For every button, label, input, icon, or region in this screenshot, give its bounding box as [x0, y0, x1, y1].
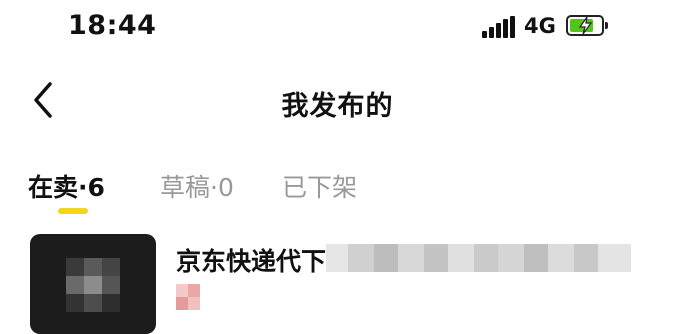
item-thumbnail [30, 234, 156, 334]
network-type: 4G [524, 14, 556, 38]
list-item[interactable]: 京东快递代下 [0, 228, 675, 334]
blurred-price [176, 284, 200, 310]
status-time: 18:44 [68, 10, 157, 41]
nav-bar: 我发布的 [0, 64, 675, 136]
signal-icon [482, 16, 516, 38]
tab-delisted[interactable]: 已下架 [282, 168, 357, 204]
item-title: 京东快递代下 [176, 247, 327, 276]
blurred-title-text [326, 244, 631, 272]
active-tab-indicator [58, 208, 88, 214]
status-bar: 18:44 4G [0, 0, 675, 56]
battery-icon [566, 15, 608, 36]
tab-on-sale[interactable]: 在卖·6 [28, 168, 105, 204]
tab-drafts[interactable]: 草稿·0 [160, 168, 234, 204]
page-title: 我发布的 [281, 91, 394, 122]
tab-bar: 在卖·6 草稿·0 已下架 [0, 160, 675, 220]
